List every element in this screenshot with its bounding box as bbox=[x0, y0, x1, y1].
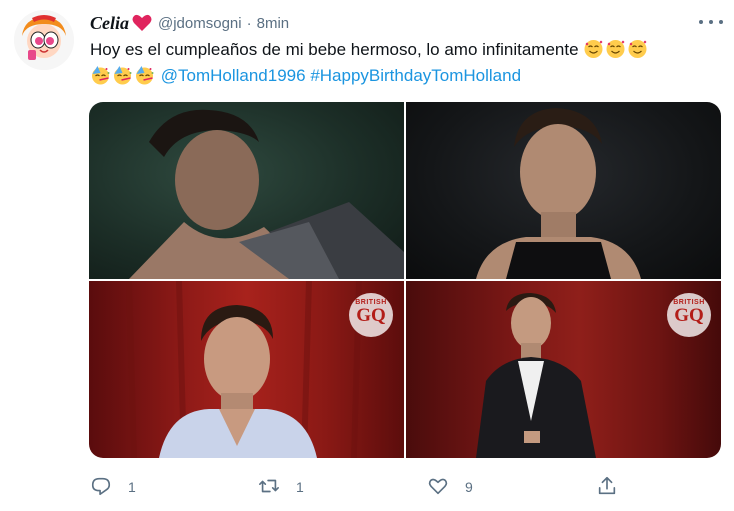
emoji-group-2 bbox=[90, 66, 161, 85]
like-count: 9 bbox=[465, 479, 473, 495]
like-icon bbox=[427, 475, 449, 500]
separator: · bbox=[246, 14, 252, 32]
photo-4[interactable]: BRITISH GQ bbox=[406, 281, 721, 458]
photo-3[interactable]: BRITISH GQ bbox=[89, 281, 404, 458]
tweet-text: Hoy es el cumpleaños de mi bebe hermoso,… bbox=[90, 37, 724, 89]
party-face-emoji-icon bbox=[134, 65, 155, 85]
media-grid: BRITISH GQ BRITISH GQ bbox=[89, 102, 721, 458]
avatar[interactable] bbox=[14, 10, 74, 70]
smiling-hearts-emoji-icon bbox=[583, 39, 604, 59]
party-face-emoji-icon bbox=[90, 65, 111, 85]
heart-emoji-icon bbox=[132, 14, 152, 32]
share-icon bbox=[596, 475, 618, 500]
action-bar: 1 1 9 bbox=[90, 473, 720, 501]
display-name[interactable]: Celia bbox=[90, 13, 129, 34]
retweet-button[interactable]: 1 bbox=[258, 473, 304, 501]
retweet-icon bbox=[258, 475, 280, 500]
smiling-hearts-emoji-icon bbox=[605, 39, 626, 59]
party-face-emoji-icon bbox=[112, 65, 133, 85]
reply-icon bbox=[90, 475, 112, 500]
badge-big-text: GQ bbox=[674, 305, 704, 326]
reply-button[interactable]: 1 bbox=[90, 473, 136, 501]
smiling-hearts-emoji-icon bbox=[627, 39, 648, 59]
tweet[interactable]: Celia @jdomsogni · 8min Hoy es el cumple… bbox=[0, 0, 734, 511]
photo-1[interactable] bbox=[89, 102, 404, 279]
tweet-header: Celia @jdomsogni · 8min bbox=[90, 12, 289, 34]
british-gq-badge: BRITISH GQ bbox=[667, 293, 711, 337]
retweet-count: 1 bbox=[296, 479, 304, 495]
handle[interactable]: @jdomsogni bbox=[158, 15, 242, 32]
more-icon[interactable] bbox=[699, 12, 723, 32]
hashtag-link[interactable]: #HappyBirthdayTomHolland bbox=[310, 66, 521, 85]
british-gq-badge: BRITISH GQ bbox=[349, 293, 393, 337]
badge-big-text: GQ bbox=[356, 305, 386, 326]
timestamp[interactable]: 8min bbox=[257, 15, 290, 32]
photo-2[interactable] bbox=[406, 102, 721, 279]
mention-link[interactable]: @TomHolland1996 bbox=[161, 66, 306, 85]
tweet-text-main: Hoy es el cumpleaños de mi bebe hermoso,… bbox=[90, 40, 579, 59]
emoji-group-1 bbox=[583, 40, 649, 59]
share-button[interactable] bbox=[596, 473, 618, 501]
like-button[interactable]: 9 bbox=[427, 473, 473, 501]
reply-count: 1 bbox=[128, 479, 136, 495]
